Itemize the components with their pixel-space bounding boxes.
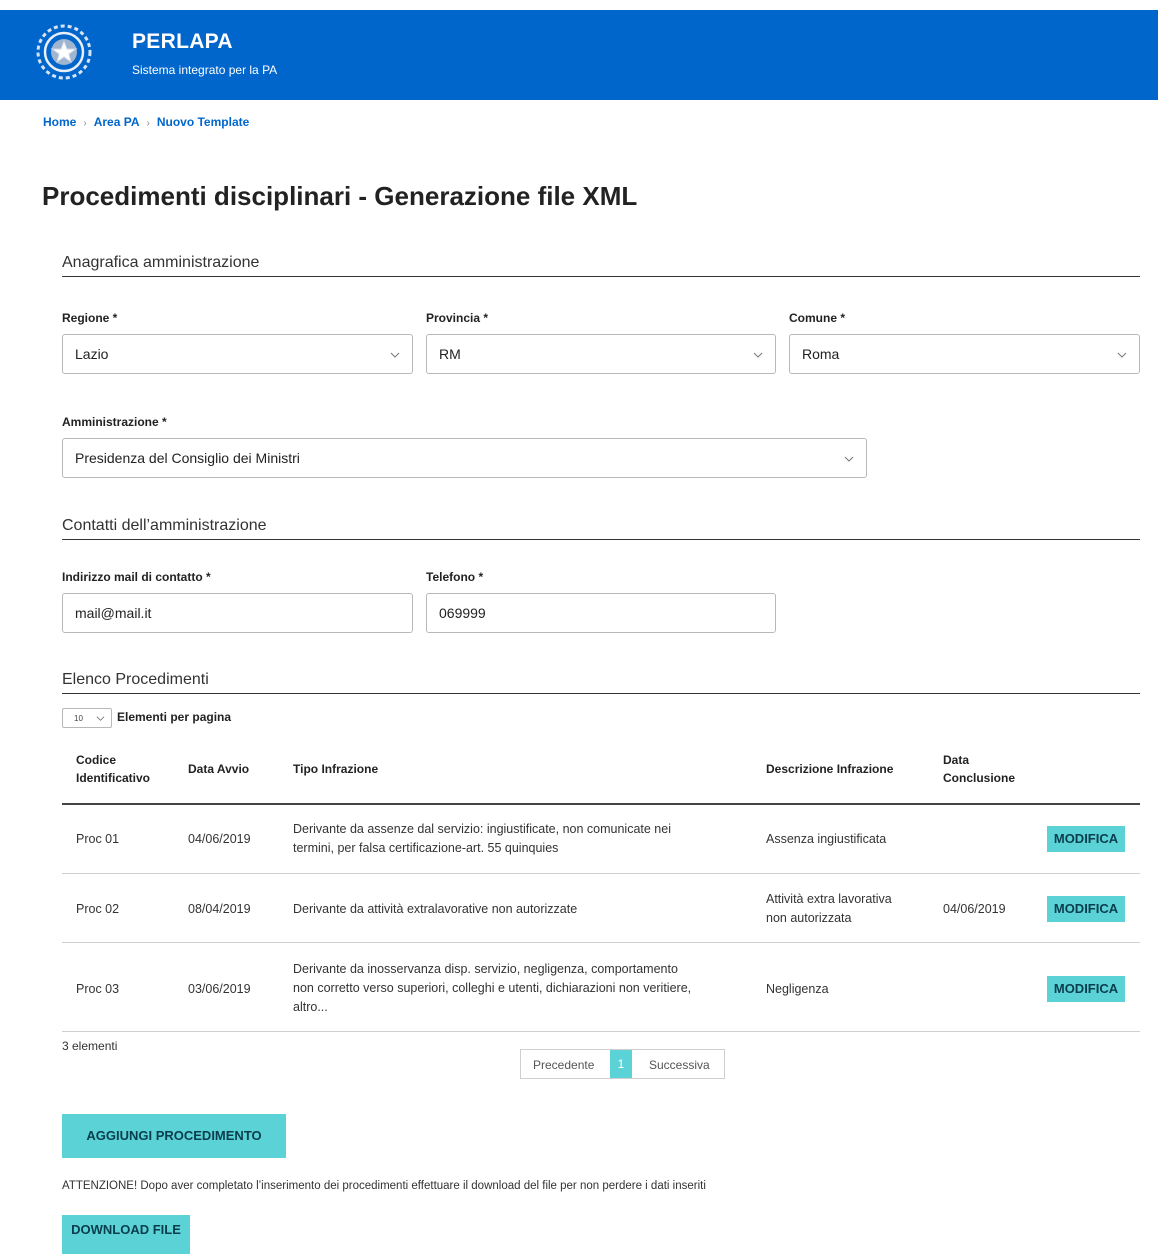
cell-codice: Proc 03 — [76, 982, 120, 996]
breadcrumb-area-pa[interactable]: Area PA — [94, 115, 140, 129]
app-header: PERLAPA Sistema integrato per la PA — [0, 10, 1158, 100]
email-value: mail@mail.it — [75, 605, 152, 621]
cell-tipo-infrazione: Derivante da attività extralavorative no… — [293, 900, 577, 919]
telefono-field[interactable]: 069999 — [426, 593, 776, 633]
breadcrumb-separator-icon: › — [83, 118, 87, 129]
column-header-data-conclusione[interactable]: Data Conclusione — [943, 751, 1015, 787]
cell-codice: Proc 01 — [76, 832, 120, 846]
cell-line: non autorizzata — [766, 911, 852, 925]
cell-tipo-infrazione: Derivante da assenze dal servizio: ingiu… — [293, 820, 671, 858]
cell-descrizione: Assenza ingiustificata — [766, 830, 886, 849]
cell-line: Derivante da assenze dal servizio: ingiu… — [293, 822, 671, 836]
modifica-button[interactable]: MODIFICA — [1047, 896, 1125, 922]
column-header-line: Conclusione — [943, 771, 1016, 785]
chevron-down-icon — [1117, 352, 1127, 358]
email-field[interactable]: mail@mail.it — [62, 593, 413, 633]
comune-label: Comune * — [789, 311, 846, 325]
modifica-button[interactable]: MODIFICA — [1047, 976, 1125, 1002]
modifica-button[interactable]: MODIFICA — [1047, 826, 1125, 852]
aggiungi-procedimento-button[interactable]: AGGIUNGI PROCEDIMENTO — [62, 1114, 286, 1158]
app-subtitle: Sistema integrato per la PA — [132, 63, 278, 77]
section-heading-elenco: Elenco Procedimenti — [62, 671, 1140, 694]
cell-data-avvio: 03/06/2019 — [188, 982, 251, 996]
column-header-descrizione[interactable]: Descrizione Infrazione — [766, 760, 893, 778]
per-page-select[interactable]: 10 — [62, 708, 112, 728]
section-heading-anagrafica: Anagrafica amministrazione — [62, 254, 1140, 277]
chevron-down-icon — [844, 456, 854, 462]
breadcrumb: Home › Area PA › Nuovo Template — [43, 115, 249, 129]
amministrazione-value: Presidenza del Consiglio dei Ministri — [75, 450, 300, 466]
pagination-next-button[interactable]: Successiva — [649, 1058, 710, 1072]
cell-tipo-infrazione: Derivante da inosservanza disp. servizio… — [293, 960, 691, 1017]
provincia-value: RM — [439, 346, 461, 362]
cell-line: altro... — [293, 1000, 328, 1014]
cell-line: Derivante da attività extralavorative no… — [293, 902, 578, 916]
email-label: Indirizzo mail di contatto * — [62, 570, 211, 584]
telefono-label: Telefono * — [426, 570, 484, 584]
column-header-tipo-infrazione[interactable]: Tipo Infrazione — [293, 760, 378, 778]
column-header-line: Codice — [76, 753, 117, 767]
download-warning-text: ATTENZIONE! Dopo aver completato l’inser… — [62, 1180, 706, 1192]
comune-select[interactable]: Roma — [789, 334, 1140, 374]
cell-codice: Proc 02 — [76, 902, 120, 916]
italian-republic-emblem-icon — [36, 24, 92, 80]
column-header-data-avvio[interactable]: Data Avvio — [188, 760, 249, 778]
cell-data-avvio: 04/06/2019 — [188, 832, 251, 846]
app-title[interactable]: PERLAPA — [132, 30, 233, 54]
cell-line: Negligenza — [766, 982, 829, 996]
element-count: 3 elementi — [62, 1039, 118, 1053]
per-page-value: 10 — [74, 714, 83, 723]
per-page-label: Elementi per pagina — [117, 710, 232, 724]
amministrazione-select[interactable]: Presidenza del Consiglio dei Ministri — [62, 438, 867, 478]
cell-line: Attività extra lavorativa — [766, 892, 892, 906]
regione-value: Lazio — [75, 346, 109, 362]
chevron-down-icon — [96, 716, 105, 721]
row-divider — [62, 942, 1140, 943]
breadcrumb-current[interactable]: Nuovo Template — [157, 115, 249, 129]
telefono-value: 069999 — [439, 605, 486, 621]
regione-select[interactable]: Lazio — [62, 334, 413, 374]
amministrazione-label: Amministrazione * — [62, 415, 167, 429]
provincia-label: Provincia * — [426, 311, 489, 325]
row-divider — [62, 1031, 1140, 1032]
cell-descrizione: Attività extra lavorativa non autorizzat… — [766, 890, 892, 928]
chevron-down-icon — [753, 352, 763, 358]
download-file-button[interactable]: DOWNLOAD FILE — [62, 1215, 190, 1254]
cell-data-conclusione: 04/06/2019 — [943, 902, 1006, 916]
column-header-codice[interactable]: Codice Identificativo — [76, 751, 150, 787]
section-heading-contatti: Contatti dell’amministrazione — [62, 517, 1140, 540]
cell-descrizione: Negligenza — [766, 980, 829, 999]
pagination-prev-button[interactable]: Precedente — [533, 1058, 594, 1072]
breadcrumb-home[interactable]: Home — [43, 115, 76, 129]
provincia-select[interactable]: RM — [426, 334, 776, 374]
column-header-line: Identificativo — [76, 771, 151, 785]
cell-line: termini, per falsa certificazione-art. 5… — [293, 841, 559, 855]
breadcrumb-separator-icon: › — [146, 118, 150, 129]
column-header-line: Data — [943, 753, 970, 767]
row-divider — [62, 873, 1140, 874]
pagination-current-page[interactable]: 1 — [610, 1050, 632, 1078]
cell-line: Assenza ingiustificata — [766, 832, 887, 846]
cell-data-avvio: 08/04/2019 — [188, 902, 251, 916]
cell-line: non corretto verso superiori, colleghi e… — [293, 981, 692, 995]
cell-line: Derivante da inosservanza disp. servizio… — [293, 962, 678, 976]
page-title: Procedimenti disciplinari - Generazione … — [42, 181, 638, 211]
pagination: Precedente 1 Successiva — [520, 1049, 725, 1079]
table-header-divider — [62, 803, 1140, 805]
comune-value: Roma — [802, 346, 840, 362]
chevron-down-icon — [390, 352, 400, 358]
regione-label: Regione * — [62, 311, 118, 325]
